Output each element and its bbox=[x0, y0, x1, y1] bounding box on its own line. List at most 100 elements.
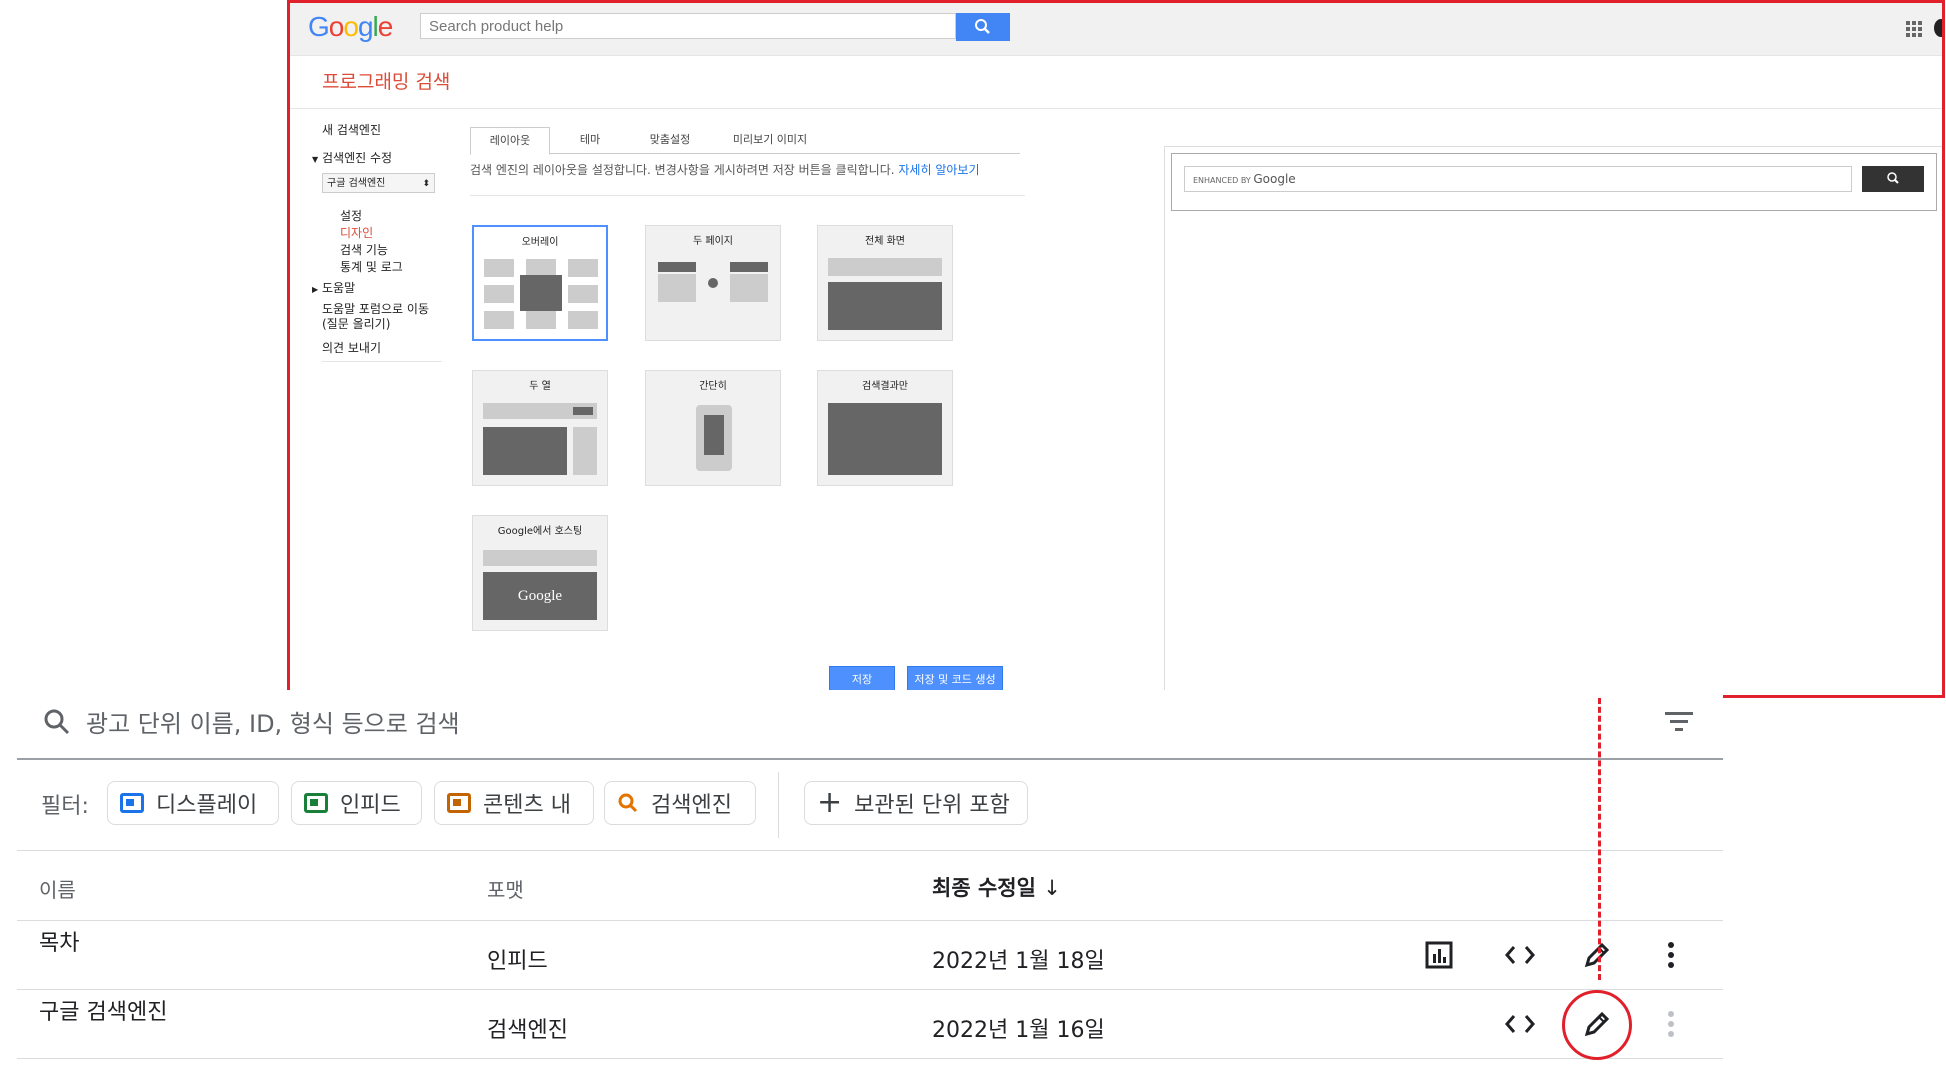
filter-bar: 필터: 디스플레이 인피드 콘텐츠 내 검색엔진 + 보관된 단위 포함 bbox=[17, 760, 1723, 851]
arrow-down-icon: ↓ bbox=[1043, 876, 1061, 900]
apps-grid-icon[interactable] bbox=[1906, 21, 1922, 37]
filter-list-icon[interactable] bbox=[1665, 710, 1693, 732]
search-icon bbox=[975, 19, 990, 34]
help-search-button[interactable] bbox=[956, 13, 1010, 41]
include-archived-button[interactable]: + 보관된 단위 포함 bbox=[804, 781, 1028, 825]
chip-label: 콘텐츠 내 bbox=[483, 793, 571, 818]
caret-right-icon: ▶ bbox=[312, 285, 319, 294]
programmable-search-screenshot: Google Search product help 프로그래밍 검색 새 검색… bbox=[287, 0, 1945, 698]
caret-down-icon: ▼ bbox=[312, 155, 319, 164]
callout-highlight-circle bbox=[1562, 990, 1632, 1060]
more-vert-icon[interactable] bbox=[1667, 941, 1675, 969]
row-modified: 2022년 1월 18일 bbox=[932, 949, 1105, 974]
nav-edit-engine-label: 검색엔진 수정 bbox=[321, 151, 393, 165]
divider bbox=[470, 195, 1025, 196]
preview-search-button[interactable] bbox=[1862, 166, 1924, 192]
chip-label: 인피드 bbox=[340, 793, 401, 818]
engine-select[interactable]: 구글 검색엔진 ⬍ bbox=[322, 173, 435, 193]
enhanced-by-text: ENHANCED BY bbox=[1193, 176, 1251, 185]
hosted-google-logo: Google bbox=[483, 572, 597, 620]
search-box-preview: ENHANCED BY Google bbox=[1171, 153, 1937, 211]
row-name[interactable]: 구글 검색엔진 bbox=[39, 994, 167, 1026]
tab-theme[interactable]: 테마 bbox=[550, 127, 630, 153]
modified-label: 최종 수정일 bbox=[932, 876, 1036, 900]
filter-chip-infeed[interactable]: 인피드 bbox=[291, 781, 422, 825]
nav-help-forum-sub: (질문 올리기) bbox=[322, 317, 391, 331]
search-icon bbox=[1887, 172, 1899, 184]
ad-unit-search-bar[interactable]: 광고 단위 이름, ID, 형식 등으로 검색 bbox=[17, 690, 1723, 760]
google-header: Google Search product help bbox=[290, 3, 1942, 56]
nav-settings[interactable]: 설정 bbox=[340, 207, 362, 224]
tab-layout[interactable]: 레이아웃 bbox=[470, 127, 550, 155]
row-format: 검색엔진 bbox=[487, 1018, 568, 1043]
arrow-icon bbox=[708, 278, 718, 288]
row-name[interactable]: 목차 bbox=[39, 925, 79, 957]
layout-label: 두 페이지 bbox=[693, 236, 733, 247]
code-icon[interactable] bbox=[1505, 1012, 1535, 1036]
tab-bar: 레이아웃 테마 맞춤설정 미리보기 이미지 bbox=[470, 127, 1020, 155]
layout-card-two-page[interactable]: 두 페이지 bbox=[645, 225, 781, 341]
help-search-input[interactable]: Search product help bbox=[420, 13, 956, 39]
table-row[interactable]: 목차 인피드 2022년 1월 18일 bbox=[17, 921, 1723, 990]
description-text: 검색 엔진의 레이아웃을 설정합니다. 변경사항을 게시하려면 저장 버튼을 클… bbox=[470, 163, 895, 177]
chip-label: 검색엔진 bbox=[651, 793, 732, 818]
display-icon bbox=[120, 793, 144, 813]
nav-edit-engine[interactable]: ▼ 검색엔진 수정 bbox=[312, 149, 392, 166]
archived-label: 보관된 단위 포함 bbox=[854, 793, 1010, 818]
column-header-format[interactable]: 포맷 bbox=[487, 874, 524, 903]
preview-pane: ENHANCED BY Google bbox=[1164, 146, 1942, 695]
layout-label: 검색결과만 bbox=[862, 381, 908, 392]
more-vert-icon[interactable] bbox=[1667, 1010, 1675, 1038]
chip-label: 디스플레이 bbox=[156, 793, 258, 818]
layout-card-google-hosted[interactable]: Google에서 호스팅 Google bbox=[472, 515, 608, 631]
engine-select-value: 구글 검색엔진 bbox=[327, 178, 386, 189]
page-title: 프로그래밍 검색 bbox=[322, 71, 451, 93]
table-row[interactable]: 구글 검색엔진 검색엔진 2022년 1월 16일 bbox=[17, 990, 1723, 1059]
filter-chip-search-engine[interactable]: 검색엔진 bbox=[604, 781, 756, 825]
nav-design[interactable]: 디자인 bbox=[340, 224, 373, 241]
edit-pencil-icon[interactable] bbox=[1583, 941, 1611, 969]
nav-stats-logs[interactable]: 통계 및 로그 bbox=[340, 258, 403, 275]
column-header-modified[interactable]: 최종 수정일 ↓ bbox=[932, 872, 1061, 902]
nav-new-engine[interactable]: 새 검색엔진 bbox=[322, 121, 381, 138]
nav-help-label: 도움말 bbox=[321, 281, 356, 295]
nav-feedback[interactable]: 의견 보내기 bbox=[322, 339, 381, 356]
table-header: 이름 포맷 최종 수정일 ↓ bbox=[17, 852, 1723, 921]
ad-unit-search-input[interactable]: 광고 단위 이름, ID, 형식 등으로 검색 bbox=[86, 704, 460, 739]
divider bbox=[290, 108, 1942, 109]
row-modified: 2022년 1월 16일 bbox=[932, 1018, 1105, 1043]
filter-chip-display[interactable]: 디스플레이 bbox=[107, 781, 279, 825]
tab-thumbnail[interactable]: 미리보기 이미지 bbox=[710, 127, 830, 153]
code-icon[interactable] bbox=[1505, 943, 1535, 967]
save-button[interactable]: 저장 bbox=[829, 666, 895, 692]
callout-connector bbox=[1598, 698, 1601, 980]
updown-icon: ⬍ bbox=[422, 179, 430, 189]
nav-help[interactable]: ▶ 도움말 bbox=[312, 279, 355, 296]
avatar[interactable] bbox=[1934, 19, 1942, 37]
save-and-get-code-button[interactable]: 저장 및 코드 생성 bbox=[907, 666, 1003, 692]
layout-label: 전체 화면 bbox=[865, 236, 905, 247]
in-article-icon bbox=[447, 793, 471, 813]
column-header-name[interactable]: 이름 bbox=[39, 874, 76, 903]
nav-divider bbox=[322, 361, 442, 362]
preview-search-input[interactable]: ENHANCED BY Google bbox=[1184, 166, 1852, 192]
nav-search-features[interactable]: 검색 기능 bbox=[340, 241, 388, 258]
infeed-icon bbox=[304, 793, 328, 813]
layout-card-two-column[interactable]: 두 열 bbox=[472, 370, 608, 486]
layout-label: 간단히 bbox=[699, 381, 727, 392]
divider bbox=[778, 772, 779, 838]
layout-description: 검색 엔진의 레이아웃을 설정합니다. 변경사항을 게시하려면 저장 버튼을 클… bbox=[470, 161, 980, 178]
row-format: 인피드 bbox=[487, 949, 548, 974]
layout-label: Google에서 호스팅 bbox=[497, 526, 583, 537]
google-logo: Google bbox=[308, 11, 393, 42]
filter-chip-in-article[interactable]: 콘텐츠 내 bbox=[434, 781, 594, 825]
filter-label: 필터: bbox=[41, 794, 89, 819]
learn-more-link[interactable]: 자세히 알아보기 bbox=[898, 163, 979, 177]
report-chart-icon[interactable] bbox=[1425, 941, 1453, 969]
tab-customize[interactable]: 맞춤설정 bbox=[630, 127, 710, 153]
layout-card-compact[interactable]: 간단히 bbox=[645, 370, 781, 486]
layout-label: 오버레이 bbox=[521, 237, 559, 248]
layout-card-results-only[interactable]: 검색결과만 bbox=[817, 370, 953, 486]
layout-card-full-width[interactable]: 전체 화면 bbox=[817, 225, 953, 341]
layout-card-overlay[interactable]: 오버레이 bbox=[472, 225, 608, 341]
